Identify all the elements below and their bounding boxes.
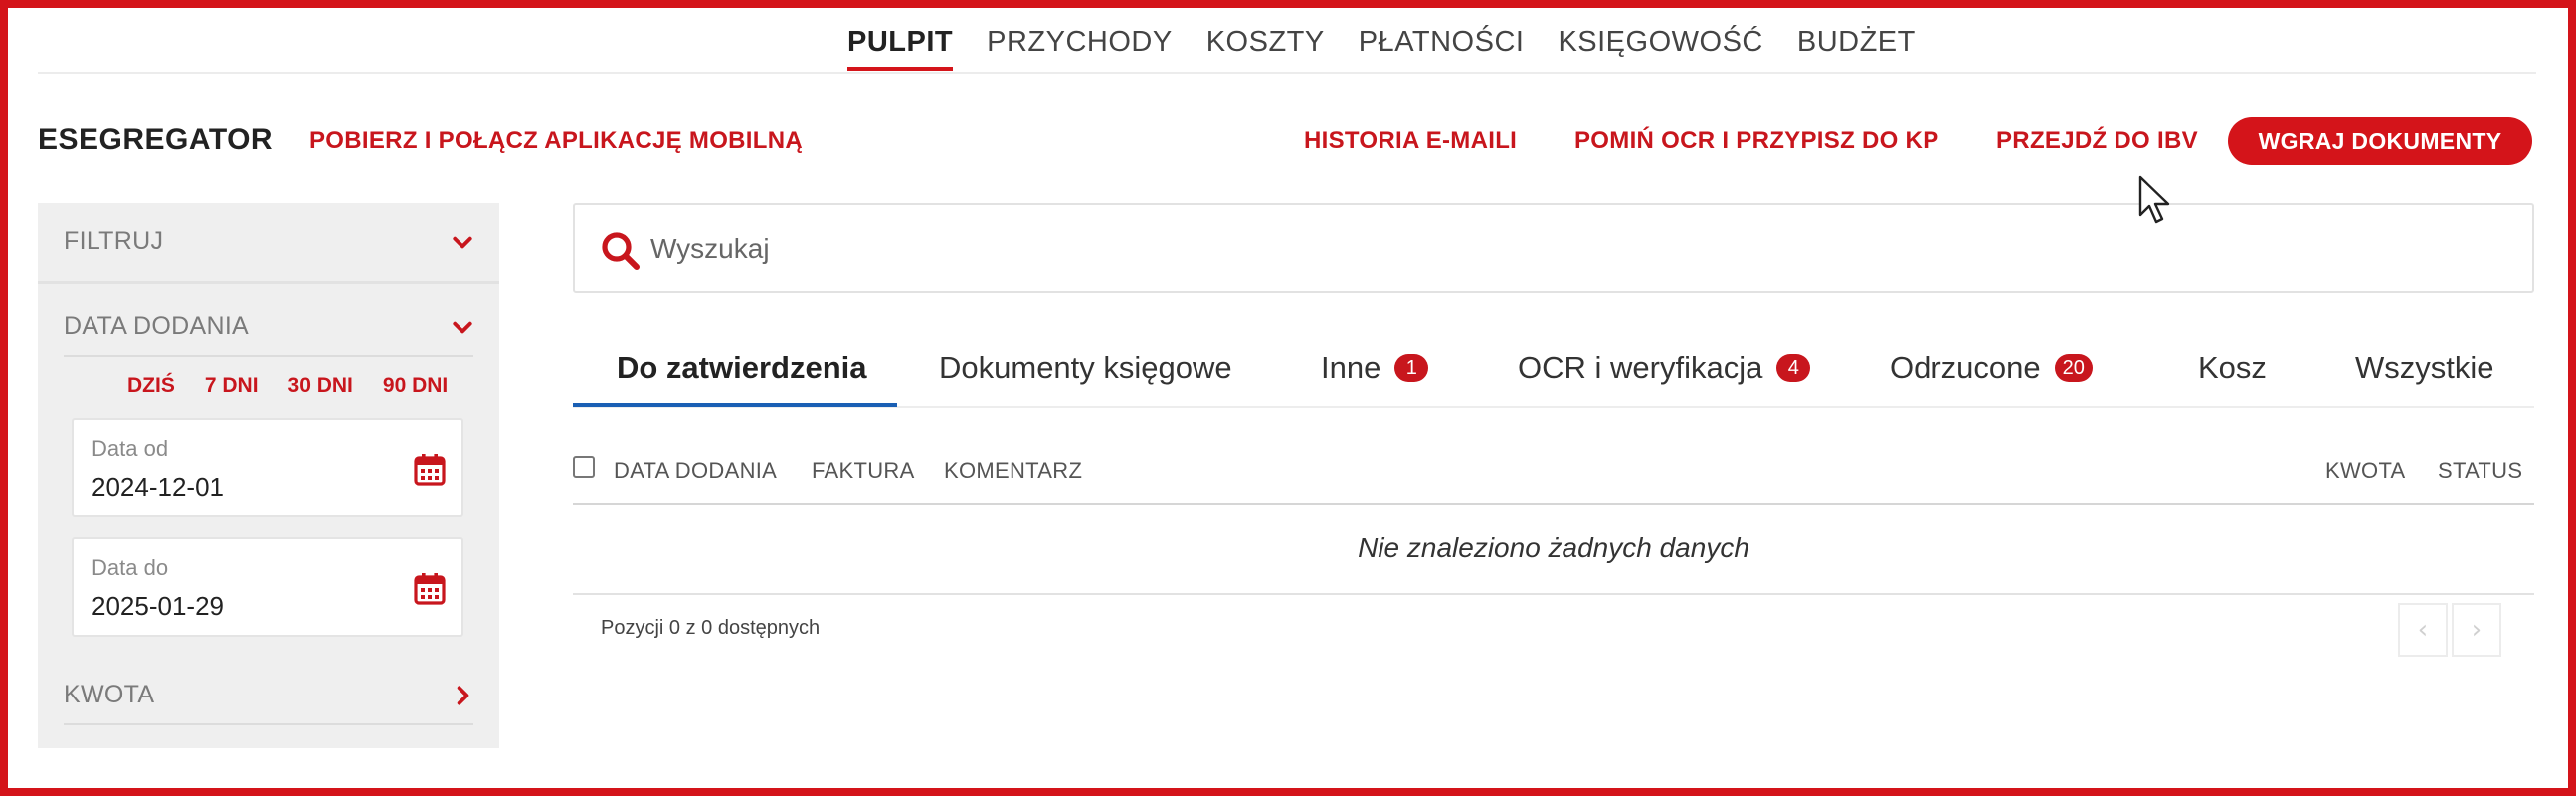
top-nav-pulpit[interactable]: PULPIT [847,26,954,71]
date-to-value[interactable]: 2025-01-29 [92,591,224,622]
mouse-cursor-icon [2138,175,2170,224]
range-30-days-button[interactable]: 30 DNI [288,374,353,398]
active-tab-indicator [573,403,897,407]
tab-label: Do zatwierdzenia [617,350,867,385]
column-header-date-added[interactable]: DATA DODANIA [614,458,777,484]
tab-inne[interactable]: Inne 1 [1321,328,1429,408]
top-nav-budzet[interactable]: BUDŻET [1797,26,1916,71]
tab-odrzucone[interactable]: Odrzucone 20 [1890,328,2093,408]
date-from-label: Data od [92,436,169,461]
tab-dokumenty-ksiegowe[interactable]: Dokumenty księgowe [939,328,1232,408]
quick-date-ranges: DZIŚ 7 DNI 30 DNI 90 DNI [127,374,448,398]
date-to-label: Data do [92,555,169,580]
tab-kosz[interactable]: Kosz [2198,328,2267,408]
top-nav-ksiegowosc[interactable]: KSIĘGOWOŚĆ [1558,26,1762,71]
select-all-checkbox[interactable] [573,456,595,478]
range-today-button[interactable]: DZIŚ [127,374,175,398]
top-nav-koszty[interactable]: KOSZTY [1206,26,1325,71]
count-badge: 20 [2054,354,2093,382]
tab-label: Dokumenty księgowe [939,350,1232,385]
column-header-comment[interactable]: KOMENTARZ [944,458,1082,484]
tab-label: Odrzucone [1890,350,2041,385]
date-to-field[interactable]: Data do 2025-01-29 [72,537,463,637]
range-90-days-button[interactable]: 90 DNI [383,374,448,398]
count-badge: 1 [1394,354,1429,382]
section-underline [64,355,473,357]
search-icon [602,232,640,270]
tab-label: Inne [1321,350,1381,385]
calendar-icon[interactable] [414,452,446,486]
top-nav-przychody[interactable]: PRZYCHODY [987,26,1173,71]
top-nav-list: PULPIT PRZYCHODY KOSZTY PŁATNOŚCI KSIĘGO… [847,26,1916,71]
column-header-amount[interactable]: KWOTA [2325,458,2406,484]
date-from-value[interactable]: 2024-12-01 [92,472,224,502]
skip-ocr-link[interactable]: POMIŃ OCR I PRZYPISZ DO KP [1574,127,1939,155]
sidebar-divider [38,281,499,284]
date-from-field[interactable]: Data od 2024-12-01 [72,418,463,517]
table-header: DATA DODANIA FAKTURA KOMENTARZ KWOTA STA… [573,454,2534,505]
go-to-ibv-link[interactable]: PRZEJDŹ DO IBV [1996,127,2198,155]
user-menu-cut-text[interactable]: Ml robo! [2151,0,2230,10]
upload-documents-button[interactable]: WGRAJ DOKUMENTY [2228,117,2532,165]
pagination-next-button[interactable]: › [2452,603,2501,657]
column-header-invoice[interactable]: FAKTURA [812,458,915,484]
filter-sidebar: FILTRUJ DATA DODANIA DZIŚ 7 DNI 30 DNI 9… [38,203,499,748]
count-badge: 4 [1776,354,1811,382]
column-header-status[interactable]: STATUS [2438,458,2522,484]
tab-do-zatwierdzenia[interactable]: Do zatwierdzenia [617,328,867,408]
filter-section-header[interactable]: FILTRUJ [38,227,499,256]
chevron-right-icon[interactable] [452,685,473,706]
amount-title: KWOTA [64,681,155,708]
calendar-icon[interactable] [414,571,446,605]
pagination-prev-button[interactable]: ‹ [2398,603,2448,657]
filter-title: FILTRUJ [64,227,164,255]
top-navigation: Ml robo! PULPIT PRZYCHODY KOSZTY PŁATNOŚ… [38,0,2536,74]
chevron-down-icon[interactable] [452,231,473,253]
search-input[interactable] [650,229,2441,269]
tab-wszystkie[interactable]: Wszystkie [2355,328,2494,408]
document-tabs: Do zatwierdzenia Dokumenty księgowe Inne… [573,328,2534,408]
chevron-down-icon[interactable] [452,316,473,338]
tab-ocr-weryfikacja[interactable]: OCR i weryfikacja 4 [1518,328,1811,408]
empty-table-message: Nie znaleziono żadnych danych [573,503,2534,595]
range-7-days-button[interactable]: 7 DNI [205,374,259,398]
tab-label: OCR i weryfikacja [1518,350,1763,385]
app-brand: ESEGREGATOR [38,123,274,156]
tab-label: Wszystkie [2355,350,2494,385]
positions-summary: Pozycji 0 z 0 dostępnych [601,617,821,639]
amount-section[interactable]: KWOTA [38,681,499,725]
date-added-title: DATA DODANIA [64,312,250,340]
tab-label: Kosz [2198,350,2267,385]
top-nav-platnosci[interactable]: PŁATNOŚCI [1359,26,1525,71]
search-box[interactable] [573,203,2534,293]
email-history-link[interactable]: HISTORIA E-MAILI [1304,127,1517,155]
mobile-app-link[interactable]: POBIERZ I POŁĄCZ APLIKACJĘ MOBILNĄ [309,127,803,155]
date-added-section[interactable]: DATA DODANIA [38,312,499,357]
section-underline [64,723,473,725]
